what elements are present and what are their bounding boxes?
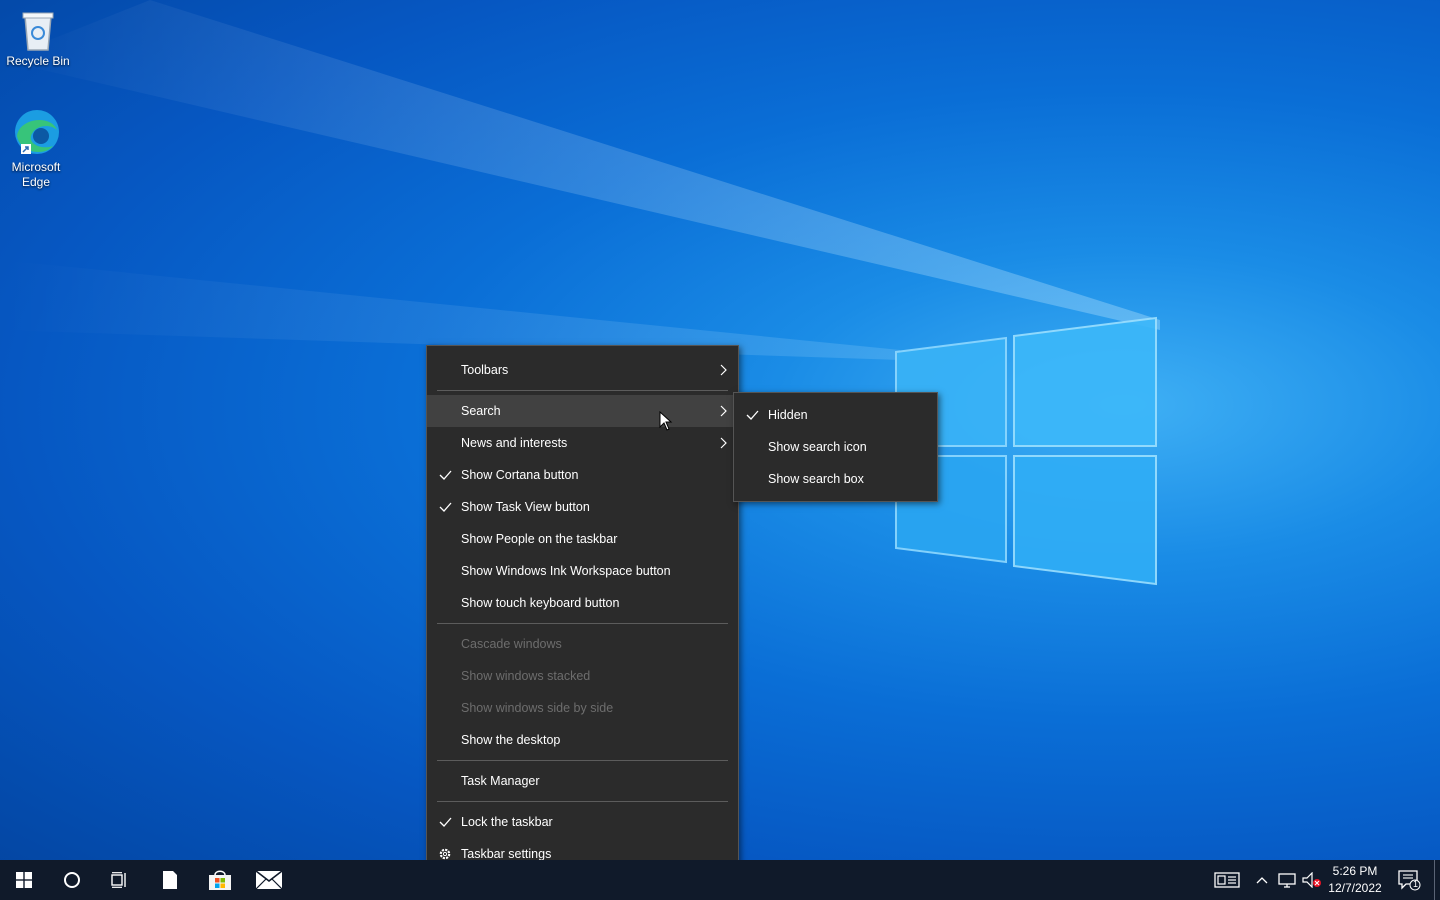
menu-item-toolbars[interactable]: Toolbars [427,354,738,386]
task-view-button[interactable] [96,860,144,900]
file-explorer-button[interactable] [146,860,194,900]
show-desktop-divider[interactable] [1434,860,1435,900]
menu-item-task-manager[interactable]: Task Manager [427,765,738,797]
start-button[interactable] [0,860,48,900]
desktop-icon-edge[interactable]: Microsoft Edge [0,108,72,190]
menu-item-label: Show Cortana button [461,468,579,482]
action-center-button[interactable]: 1 [1386,860,1432,900]
menu-item-cascade-windows: Cascade windows [427,628,738,660]
menu-item-label: Show Task View button [461,500,590,514]
menu-separator [437,801,728,802]
menu-item-show-windows-stacked: Show windows stacked [427,660,738,692]
taskbar-context-menu: Toolbars Search News and interests Show … [426,345,739,875]
news-and-interests-button[interactable] [1203,860,1251,900]
menu-item-search[interactable]: Search [427,395,738,427]
menu-item-label: Lock the taskbar [461,815,553,829]
mail-button[interactable] [245,860,293,900]
submenu-item-show-search-box[interactable]: Show search box [734,463,937,495]
menu-item-label: Toolbars [461,363,509,377]
network-icon [1278,873,1296,888]
desktop-icon-label: Recycle Bin [6,54,70,68]
checkmark-icon [438,459,452,491]
clock-time: 5:26 PM [1332,864,1378,878]
volume-button[interactable] [1300,860,1324,900]
menu-item-label: News and interests [461,436,568,450]
menu-item-label: Show Windows Ink Workspace button [461,564,671,578]
menu-item-label: Task Manager [461,774,540,788]
menu-separator [437,623,728,624]
network-button[interactable] [1274,860,1300,900]
notification-count-badge: 1 [1413,879,1419,889]
windows-start-icon [16,872,32,888]
menu-item-lock-the-taskbar[interactable]: Lock the taskbar [427,806,738,838]
microsoft-store-button[interactable] [196,860,244,900]
recycle-bin-icon [22,12,54,51]
news-icon [1214,872,1240,888]
menu-item-news-and-interests[interactable]: News and interests [427,427,738,459]
menu-item-show-the-desktop[interactable]: Show the desktop [427,724,738,756]
chevron-right-icon [720,427,728,459]
submenu-item-label: Show search box [768,472,864,486]
edge-icon [15,110,59,154]
submenu-item-hidden[interactable]: Hidden [734,399,937,431]
cortana-circle-icon [64,872,80,888]
checkmark-icon [438,806,452,838]
mail-icon [256,871,282,889]
file-icon [163,871,177,889]
clock[interactable]: 5:26 PM 12/7/2022 [1326,863,1384,897]
store-icon [209,870,231,890]
menu-item-show-windows-side-by-side: Show windows side by side [427,692,738,724]
chevron-right-icon [720,395,728,427]
submenu-item-label: Hidden [768,408,808,422]
menu-item-show-cortana-button[interactable]: Show Cortana button [427,459,738,491]
submenu-item-show-search-icon[interactable]: Show search icon [734,431,937,463]
menu-item-label: Search [461,404,501,418]
menu-item-show-windows-ink[interactable]: Show Windows Ink Workspace button [427,555,738,587]
desktop-icon-label: Microsoft Edge [11,160,61,189]
menu-item-label: Show People on the taskbar [461,532,618,546]
menu-separator [437,390,728,391]
menu-item-show-task-view-button[interactable]: Show Task View button [427,491,738,523]
menu-item-label: Show windows stacked [461,669,591,683]
menu-item-label: Show the desktop [461,733,561,747]
show-hidden-icons-button[interactable] [1250,860,1274,900]
submenu-item-label: Show search icon [768,440,867,454]
chevron-right-icon [720,354,728,386]
task-view-icon [111,872,126,888]
menu-separator [437,760,728,761]
volume-muted-icon [1302,872,1321,888]
checkmark-icon [745,399,759,431]
menu-item-show-touch-keyboard[interactable]: Show touch keyboard button [427,587,738,619]
menu-item-show-people[interactable]: Show People on the taskbar [427,523,738,555]
menu-item-label: Taskbar settings [461,847,552,861]
desktop-icon-recycle-bin[interactable]: Recycle Bin [2,8,74,69]
cortana-button[interactable] [48,860,96,900]
menu-item-label: Show touch keyboard button [461,596,620,610]
menu-item-label: Cascade windows [461,637,562,651]
menu-item-label: Show windows side by side [461,701,614,715]
taskbar: 5:26 PM 12/7/2022 1 [0,860,1440,900]
search-submenu: Hidden Show search icon Show search box [733,392,938,502]
checkmark-icon [438,491,452,523]
mouse-cursor-icon [659,411,673,431]
chevron-up-icon [1256,877,1268,884]
clock-date: 12/7/2022 [1328,881,1382,895]
